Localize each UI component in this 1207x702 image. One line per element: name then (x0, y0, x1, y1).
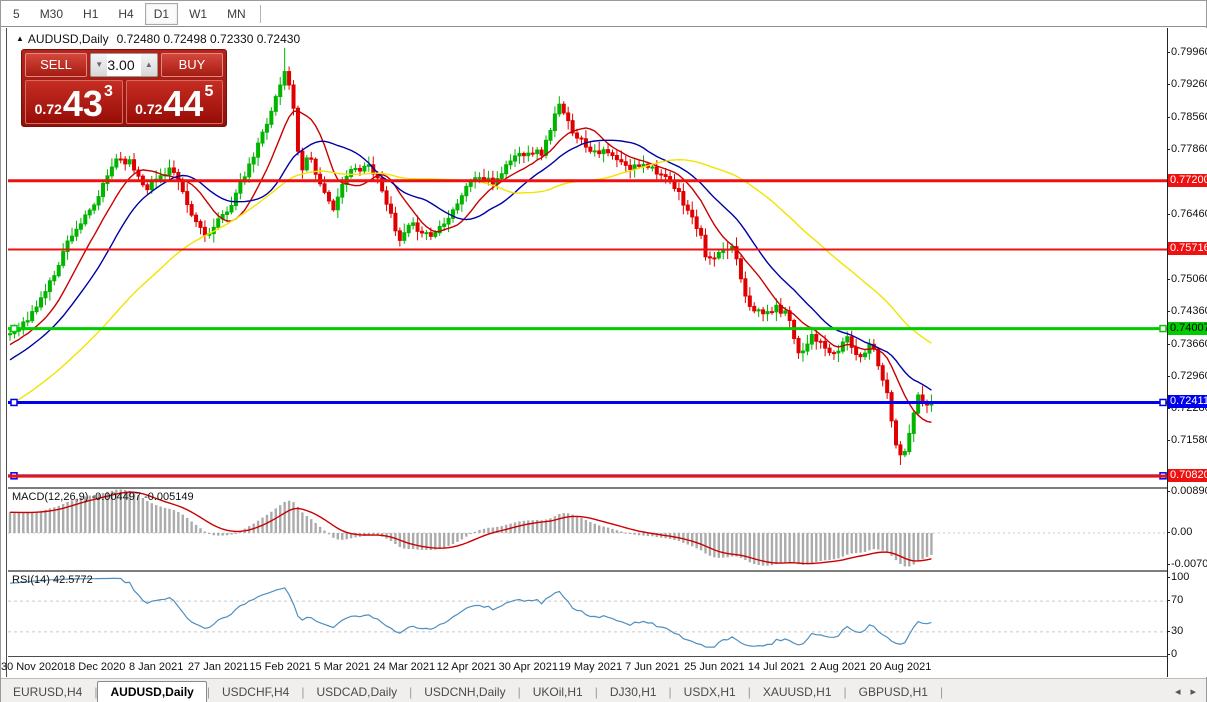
buy-price-pip: 5 (204, 83, 214, 100)
rsi-canvas (8, 577, 1167, 648)
price-tick-label: 0.79260 (1167, 78, 1207, 90)
price-tick-label: 0.73660 (1167, 338, 1207, 350)
level-price-label: 0.74007 (1168, 321, 1207, 335)
date-axis[interactable]: 30 Nov 2020 18 Dec 2020 8 Jan 2021 27 Jan 2… (1, 656, 1167, 677)
chart-tab-gbpusd[interactable]: GBPUSD,H1 (847, 681, 940, 702)
rsi-tick-label: 30 (1166, 624, 1184, 637)
price-tick-label: 0.77860 (1167, 143, 1207, 155)
date-tick-label: 24 Mar 2021 (373, 661, 436, 673)
chart-symbol-label: AUDUSD,Daily (27, 32, 109, 46)
level-price-label: 0.72411 (1168, 395, 1207, 409)
volume-value[interactable]: 3.00 (107, 54, 140, 76)
date-tick-label: 30 Apr 2021 (498, 661, 558, 673)
rsi-tick-label: 70 (1166, 594, 1184, 607)
date-tick-label: 19 May 2021 (558, 661, 623, 673)
rsi-panel[interactable]: RSI(14) 42.5772 (8, 570, 1167, 655)
volume-stepper: ▼ 3.00 ▲ (90, 53, 158, 77)
macd-panel[interactable]: MACD(12,26,9) -0.004497 -0.005149 (8, 487, 1167, 569)
sell-button[interactable]: SELL (25, 53, 87, 77)
timeframe-button-m30[interactable]: M30 (31, 3, 72, 25)
price-tick-label: 0.79960 (1167, 46, 1207, 58)
volume-increase-button[interactable]: ▲ (140, 54, 157, 76)
tab-separator: | (939, 685, 944, 699)
volume-decrease-button[interactable]: ▼ (91, 54, 108, 76)
tab-scroll-left-icon[interactable]: ◂ (1175, 685, 1181, 698)
timeframe-button-w1[interactable]: W1 (180, 3, 216, 25)
date-tick-label: 18 Dec 2020 (62, 661, 126, 673)
date-tick-label: 2 Aug 2021 (810, 661, 867, 673)
chart-tab-usdcnh[interactable]: USDCNH,Daily (412, 681, 517, 702)
chart-ohlc-values: 0.72480 0.72498 0.72330 0.72430 (116, 32, 301, 46)
timeframe-button-h1[interactable]: H1 (74, 3, 107, 25)
rsi-tick-label: 100 (1166, 571, 1190, 583)
level-price-label: 0.75716 (1168, 242, 1207, 256)
timeframe-button-mn[interactable]: MN (218, 3, 255, 25)
chart-tab-usdchf[interactable]: USDCHF,H4 (210, 681, 301, 702)
collapse-arrow-icon[interactable]: ▲ (16, 34, 24, 43)
date-tick-label: 15 Feb 2021 (249, 661, 312, 673)
timeframe-button-5[interactable]: 5 (4, 3, 29, 25)
price-tick-label: 0.75060 (1167, 273, 1207, 285)
date-tick-label: 20 Aug 2021 (869, 661, 932, 673)
date-tick-label: 27 Jan 2021 (187, 661, 249, 673)
chart-tab-bar: EURUSD,H4 | AUDUSD,Daily | USDCHF,H4 | USDCAD,… (1, 678, 1206, 702)
sell-price-main: 43 (62, 83, 103, 124)
price-tick-label: 0.72960 (1167, 370, 1207, 382)
buy-button[interactable]: BUY (161, 53, 223, 77)
date-tick-label: 8 Jan 2021 (128, 661, 184, 673)
date-tick-label: 14 Jul 2021 (747, 661, 805, 673)
toolbar-divider (259, 4, 261, 23)
trading-app-window: 5 M30 H1 H4 D1 W1 MN ▲ AUDUSD,Daily 0.72480 0.72… (0, 0, 1207, 702)
price-tick-label: 0.76460 (1167, 208, 1207, 220)
chart-tab-eurusd[interactable]: EURUSD,H4 (1, 681, 94, 702)
macd-tick-label: 0.008904 (1167, 485, 1207, 497)
timeframe-button-h4[interactable]: H4 (109, 3, 142, 25)
chart-tab-ukoil[interactable]: UKOil,H1 (521, 681, 595, 702)
price-tick-label: 0.78560 (1167, 111, 1207, 123)
macd-tick-label: -0.00701 (1166, 558, 1207, 570)
date-tick-label: 25 Jun 2021 (684, 661, 745, 673)
chart-tab-usdx[interactable]: USDX,H1 (672, 681, 748, 702)
date-tick-label: 7 Jun 2021 (625, 661, 680, 673)
chart-tab-usdcad[interactable]: USDCAD,Daily (304, 681, 409, 702)
buy-price-main: 44 (163, 83, 204, 124)
sell-price-prefix: 0.72 (34, 101, 62, 117)
price-axis[interactable]: 0.79960 0.79260 0.78560 0.77860 0.76460 0.750… (1166, 28, 1207, 677)
date-tick-label: 12 Apr 2021 (436, 661, 496, 673)
timeframe-toolbar: 5 M30 H1 H4 D1 W1 MN (1, 1, 1206, 27)
macd-label: MACD(12,26,9) -0.004497 -0.005149 (12, 491, 194, 503)
date-tick-label: 30 Nov 2020 (0, 661, 64, 673)
rsi-label: RSI(14) 42.5772 (12, 574, 93, 586)
price-tick-label: 0.71580 (1167, 434, 1207, 446)
chart-title: ▲ AUDUSD,Daily 0.72480 0.72498 0.72330 0.7… (16, 32, 300, 46)
level-price-label: 0.77200 (1168, 173, 1207, 187)
macd-tick-label: 0.00 (1166, 526, 1193, 538)
date-tick-label: 5 Mar 2021 (314, 661, 371, 673)
sell-price-button[interactable]: 0.72 43 3 (25, 80, 123, 124)
chart-region: ▲ AUDUSD,Daily 0.72480 0.72498 0.72330 0.7… (1, 28, 1167, 677)
price-tick-label: 0.74360 (1167, 305, 1207, 317)
buy-price-prefix: 0.72 (135, 101, 163, 117)
chart-tab-xauusd[interactable]: XAUUSD,H1 (751, 681, 844, 702)
timeframe-button-d1[interactable]: D1 (144, 2, 179, 25)
tab-scroll-right-icon[interactable]: ▸ (1190, 685, 1196, 698)
level-price-label: 0.70820 (1168, 469, 1207, 483)
chart-tab-audusd[interactable]: AUDUSD,Daily (97, 681, 207, 702)
buy-price-button[interactable]: 0.72 44 5 (125, 80, 223, 124)
sell-price-pip: 3 (103, 83, 113, 100)
rsi-tick-label: 0 (1166, 648, 1178, 660)
one-click-trade-widget: SELL ▼ 3.00 ▲ BUY 0.72 43 3 0.72 44 5 (21, 49, 227, 127)
chart-tab-dj30[interactable]: DJ30,H1 (598, 681, 669, 702)
